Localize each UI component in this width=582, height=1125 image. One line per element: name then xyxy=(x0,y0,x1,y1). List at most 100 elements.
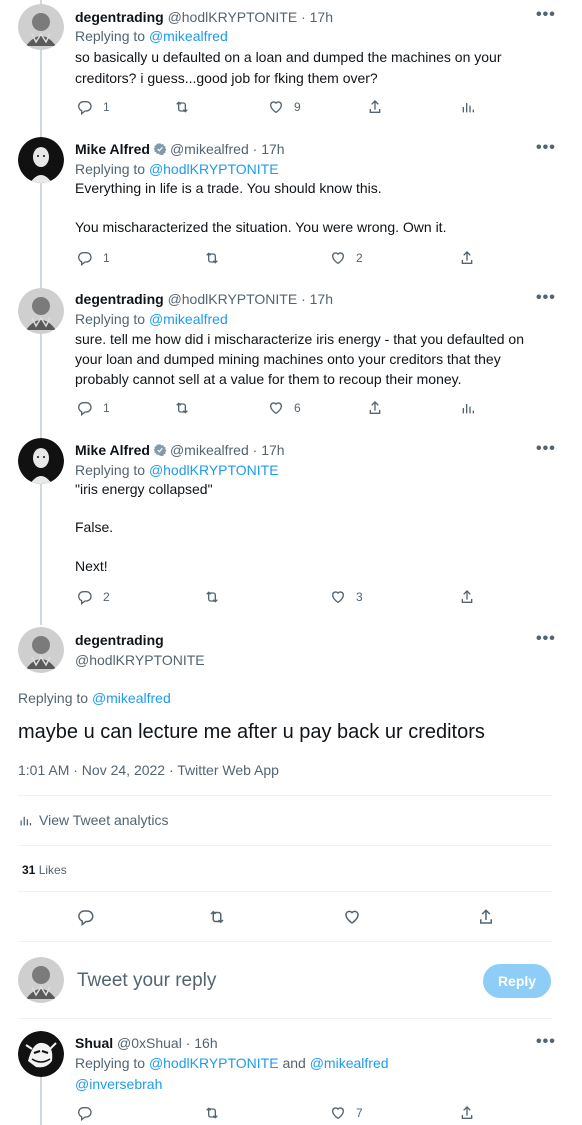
view-analytics-link[interactable]: View Tweet analytics xyxy=(18,812,168,828)
replying-to-more: @inversebrah xyxy=(75,1076,162,1092)
main-handle[interactable]: @hodlKRYPTONITE xyxy=(75,651,205,669)
timestamp[interactable]: · 17h xyxy=(253,141,285,157)
handle[interactable]: @mikealfred xyxy=(170,442,249,458)
analytics-icon xyxy=(462,404,474,414)
like-action[interactable]: 6 xyxy=(268,400,301,416)
tweet-text: so basically u defaulted on a loan and d… xyxy=(75,49,502,86)
mention-link[interactable]: @hodlKRYPTONITE xyxy=(149,462,279,478)
analytics-icon xyxy=(462,103,474,113)
reply-icon xyxy=(78,1107,92,1121)
heart-icon xyxy=(269,101,283,114)
more-options-icon[interactable]: ••• xyxy=(536,139,556,157)
timestamp[interactable]: · 17h xyxy=(253,442,285,458)
reply-action[interactable] xyxy=(77,908,95,926)
replying-to: Replying to @hodlKRYPTONITE xyxy=(75,462,279,478)
retweet-icon xyxy=(210,910,224,924)
retweet-action[interactable] xyxy=(204,250,220,266)
reply-input[interactable]: Tweet your reply xyxy=(77,970,457,992)
share-action[interactable] xyxy=(367,99,383,115)
tweet-text: sure. tell me how did i mischaracterize … xyxy=(75,331,524,387)
mention-link[interactable]: @hodlKRYPTONITE xyxy=(149,1055,279,1071)
like-action[interactable]: 7 xyxy=(330,1105,363,1121)
reply-action[interactable]: 2 xyxy=(77,589,110,605)
main-tweet-text: maybe u can lecture me after u pay back … xyxy=(18,721,485,743)
reply-button[interactable]: Reply xyxy=(483,964,551,998)
display-name[interactable]: Mike Alfred xyxy=(75,141,150,157)
tweet-text: You mischaracterized the situation. You … xyxy=(75,219,447,235)
share-action[interactable] xyxy=(459,1105,475,1121)
analytics-action[interactable] xyxy=(460,400,476,416)
tweet-header: degentrading @hodlKRYPTONITE · 17h xyxy=(75,290,333,308)
avatar-shual[interactable] xyxy=(18,1031,64,1077)
more-options-icon[interactable]: ••• xyxy=(536,289,556,307)
timestamp[interactable]: · 17h xyxy=(301,9,333,25)
verified-badge-icon xyxy=(153,444,167,457)
tweet-text: Everything in life is a trade. You shoul… xyxy=(75,180,382,196)
avatar-mike-alfred[interactable] xyxy=(18,438,64,484)
share-icon xyxy=(369,401,381,414)
retweet-action[interactable] xyxy=(204,589,220,605)
reply-icon xyxy=(78,101,92,115)
handle[interactable]: @hodlKRYPTONITE xyxy=(168,291,298,307)
heart-icon xyxy=(331,252,345,265)
mention-link[interactable]: @mikealfred xyxy=(92,690,171,706)
avatar-degentrading[interactable] xyxy=(18,4,64,50)
share-action[interactable] xyxy=(367,400,383,416)
avatar-mike-alfred[interactable] xyxy=(18,137,64,183)
tweet-text: "iris energy collapsed" xyxy=(75,481,213,497)
thread-line-bottom xyxy=(40,1077,42,1125)
reply-action[interactable]: 1 xyxy=(77,99,110,115)
handle[interactable]: @0xShual xyxy=(117,1035,182,1051)
replying-to: Replying to @mikealfred xyxy=(75,28,228,44)
share-action[interactable] xyxy=(459,250,475,266)
timestamp[interactable]: · 16h xyxy=(186,1035,218,1051)
mention-link[interactable]: @hodlKRYPTONITE xyxy=(149,161,279,177)
handle[interactable]: @hodlKRYPTONITE xyxy=(168,9,298,25)
share-action[interactable] xyxy=(459,589,475,605)
tweet-header: Mike Alfred @mikealfred · 17h xyxy=(75,441,285,459)
like-action[interactable]: 2 xyxy=(330,250,363,266)
mention-link[interactable]: @mikealfred xyxy=(149,28,228,44)
more-options-icon[interactable]: ••• xyxy=(536,1033,556,1051)
like-action[interactable] xyxy=(343,908,361,926)
retweet-action[interactable] xyxy=(174,400,190,416)
retweet-icon xyxy=(206,252,218,264)
retweet-action[interactable] xyxy=(204,1105,220,1121)
timestamp[interactable]: · 17h xyxy=(301,291,333,307)
display-name[interactable]: Mike Alfred xyxy=(75,442,150,458)
share-action[interactable] xyxy=(477,908,495,926)
display-name[interactable]: degentrading xyxy=(75,291,164,307)
mention-link[interactable]: @mikealfred xyxy=(310,1055,389,1071)
heart-icon xyxy=(269,402,283,415)
retweet-icon xyxy=(176,402,188,414)
divider xyxy=(18,1018,552,1019)
reply-action[interactable] xyxy=(77,1105,93,1121)
likes-count-link[interactable]: 31 Likes xyxy=(22,863,67,877)
retweet-action[interactable] xyxy=(174,99,190,115)
more-options-icon[interactable]: ••• xyxy=(536,6,556,24)
share-icon xyxy=(461,1106,473,1119)
more-options-icon[interactable]: ••• xyxy=(536,630,556,648)
verified-badge-icon xyxy=(153,143,167,156)
avatar-current-user[interactable] xyxy=(18,957,64,1003)
like-action[interactable]: 3 xyxy=(330,589,363,605)
mention-link[interactable]: @mikealfred xyxy=(149,311,228,327)
reply-action[interactable]: 1 xyxy=(77,250,110,266)
retweet-action[interactable] xyxy=(208,908,226,926)
reply-action[interactable]: 1 xyxy=(77,400,110,416)
divider xyxy=(18,891,552,892)
display-name[interactable]: degentrading xyxy=(75,9,164,25)
display-name[interactable]: Shual xyxy=(75,1035,113,1051)
reply-icon xyxy=(78,910,94,926)
tweet-meta[interactable]: 1:01 AM · Nov 24, 2022 · Twitter Web App xyxy=(18,762,279,778)
more-options-icon[interactable]: ••• xyxy=(536,440,556,458)
replying-to: Replying to @mikealfred xyxy=(75,311,228,327)
handle[interactable]: @mikealfred xyxy=(170,141,249,157)
avatar-degentrading[interactable] xyxy=(18,288,64,334)
mention-link[interactable]: @inversebrah xyxy=(75,1076,162,1092)
avatar-degentrading[interactable] xyxy=(18,627,64,673)
heart-icon xyxy=(345,910,359,924)
like-action[interactable]: 9 xyxy=(268,99,301,115)
main-display-name[interactable]: degentrading xyxy=(75,631,164,649)
analytics-action[interactable] xyxy=(460,99,476,115)
